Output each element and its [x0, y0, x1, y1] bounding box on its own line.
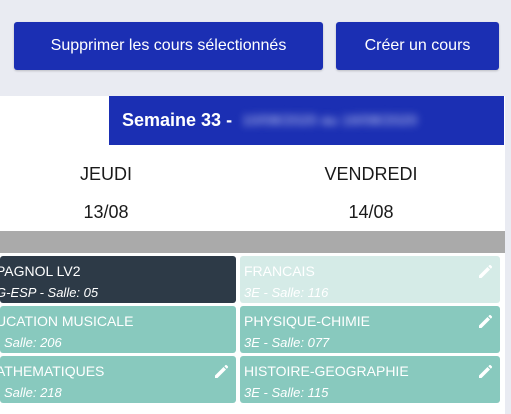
course-card-histoire-geographie[interactable]: HISTOIRE-GEOGRAPHIE 3E - Salle: 115: [240, 356, 500, 403]
pencil-icon[interactable]: [477, 314, 493, 330]
course-card-espagnol[interactable]: PAGNOL LV2 G-ESP - Salle: 05: [0, 256, 236, 303]
course-subtitle: - Salle: 218: [0, 385, 62, 400]
course-title: PHYSIQUE-CHIMIE: [244, 313, 371, 329]
pencil-icon[interactable]: [477, 364, 493, 380]
course-subtitle: 3E - Salle: 077: [244, 335, 330, 350]
pencil-icon[interactable]: [477, 264, 493, 280]
course-subtitle: G-ESP - Salle: 05: [0, 285, 99, 300]
course-title: UCATION MUSICALE: [0, 313, 134, 329]
course-subtitle: - Salle: 206: [0, 335, 62, 350]
course-title: ATHEMATIQUES: [0, 363, 105, 379]
day-name-friday: VENDREDI: [324, 164, 418, 184]
course-title: FRANCAIS: [244, 263, 315, 279]
week-header: Semaine 33 - 10/08/2020 au 16/08/2020: [109, 96, 504, 145]
create-course-button[interactable]: Créer un cours: [336, 22, 499, 70]
pencil-icon[interactable]: [213, 364, 229, 380]
course-card-physique-chimie[interactable]: PHYSIQUE-CHIMIE 3E - Salle: 077: [240, 306, 500, 353]
course-card-mathematiques[interactable]: ATHEMATIQUES - Salle: 218: [0, 356, 236, 403]
course-title: PAGNOL LV2: [0, 263, 81, 279]
week-dates: 10/08/2020 au 16/08/2020: [242, 112, 418, 129]
schedule-panel: Semaine 33 - 10/08/2020 au 16/08/2020 JE…: [0, 96, 505, 414]
course-card-francais[interactable]: FRANCAIS 3E - Salle: 116: [240, 256, 500, 303]
course-card-education-musicale[interactable]: UCATION MUSICALE - Salle: 206: [0, 306, 236, 353]
course-subtitle: 3E - Salle: 115: [244, 385, 329, 400]
course-subtitle: 3E - Salle: 116: [244, 285, 329, 300]
day-name-thursday: JEUDI: [79, 164, 132, 184]
day-date-thursday: 13/08: [83, 202, 129, 222]
schedule-separator-bar: [0, 231, 505, 253]
course-title: HISTOIRE-GEOGRAPHIE: [244, 363, 409, 379]
day-date-friday: 14/08: [348, 202, 394, 222]
delete-selected-courses-button[interactable]: Supprimer les cours sélectionnés: [14, 22, 323, 70]
week-label: Semaine 33 -: [122, 110, 233, 130]
